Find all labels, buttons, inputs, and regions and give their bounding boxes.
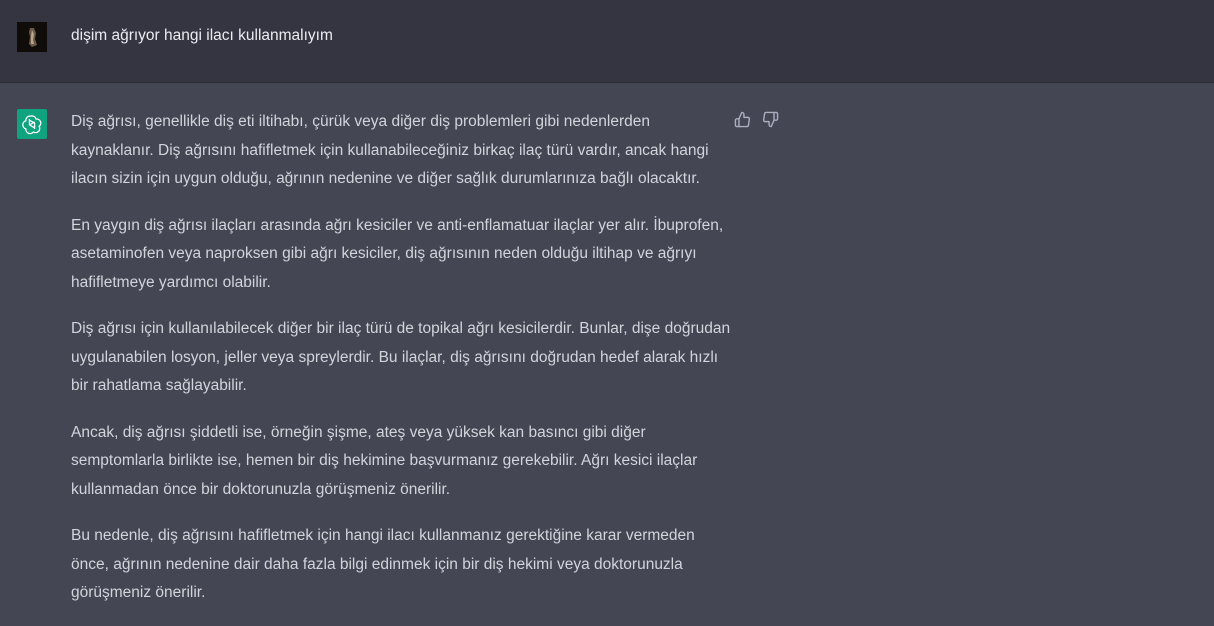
user-message-text: dişim ağrıyor hangi ilacı kullanmalıyım	[71, 27, 333, 44]
answer-paragraph: Diş ağrısı için kullanılabilecek diğer b…	[71, 320, 731, 394]
thumbs-up-icon[interactable]	[734, 111, 752, 129]
answer-paragraph: Bu nedenle, diş ağrısını hafifletmek içi…	[71, 527, 695, 601]
thumbs-down-icon[interactable]	[762, 111, 780, 129]
user-message-row: dişim ağrıyor hangi ilacı kullanmalıyım	[0, 0, 1214, 83]
answer-paragraph: Ancak, diş ağrısı şiddetli ise, örneğin …	[71, 423, 698, 498]
user-avatar	[17, 22, 47, 52]
assistant-message-text: Diş ağrısı, genellikle diş eti iltihabı,…	[71, 108, 731, 626]
answer-paragraph: En yaygın diş ağrısı ilaçları arasında a…	[71, 216, 724, 291]
assistant-message-row: Diş ağrısı, genellikle diş eti iltihabı,…	[0, 83, 1214, 622]
answer-paragraph: Diş ağrısı, genellikle diş eti iltihabı,…	[71, 113, 709, 187]
openai-logo-icon	[17, 109, 47, 139]
